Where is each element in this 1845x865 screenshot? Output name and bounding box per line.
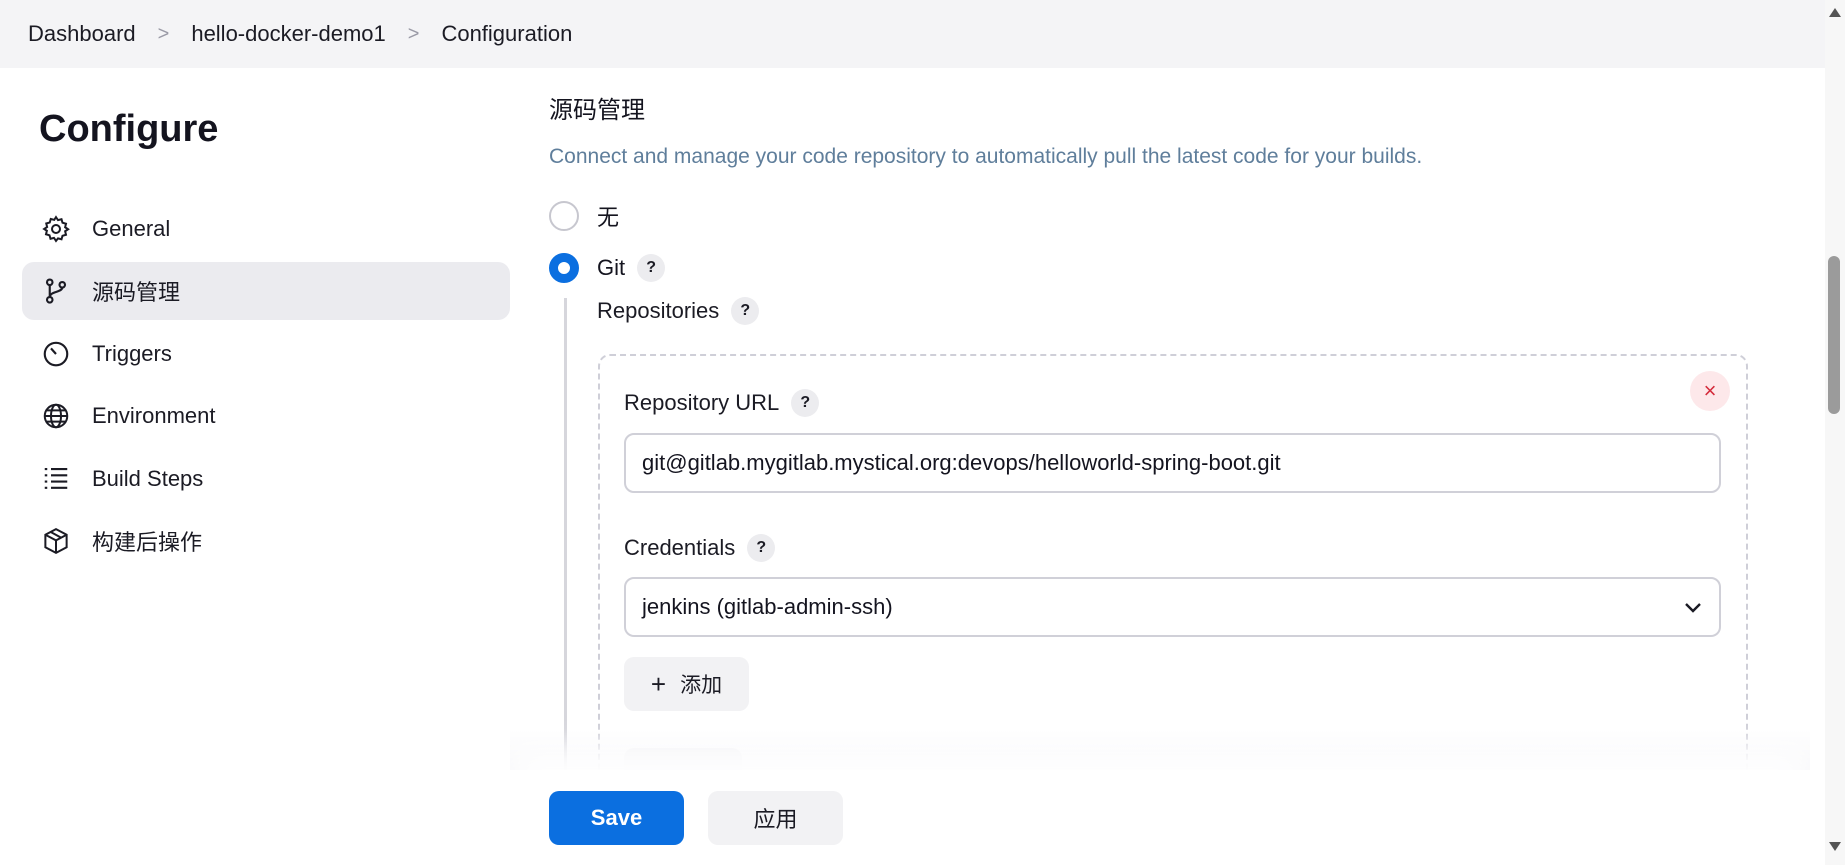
gear-icon <box>40 213 72 245</box>
bottom-action-bar <box>510 770 1810 865</box>
repository-url-label-text: Repository URL <box>624 390 780 415</box>
credentials-select[interactable]: jenkins (gitlab-admin-ssh) <box>624 577 1721 637</box>
package-icon <box>40 525 72 557</box>
help-icon[interactable]: ? <box>791 389 820 417</box>
sidebar-title: Configure <box>39 108 219 150</box>
radio-git[interactable] <box>549 253 579 283</box>
nested-indent-line <box>564 298 567 778</box>
scrollbar-thumb[interactable] <box>1828 256 1840 414</box>
sidebar-item-label: Environment <box>92 403 216 428</box>
apply-button[interactable]: 应用 <box>708 791 843 845</box>
close-icon[interactable]: × <box>1690 371 1730 411</box>
credentials-label-text: Credentials <box>624 535 736 560</box>
save-button[interactable]: Save <box>549 791 684 845</box>
help-icon[interactable]: ? <box>637 254 666 282</box>
globe-icon <box>40 400 72 432</box>
breadcrumb-separator: > <box>157 22 170 45</box>
bottom-fade <box>510 730 1810 770</box>
scroll-down-arrow-icon[interactable] <box>1829 842 1841 851</box>
radio-label: 无 <box>597 205 620 230</box>
sidebar-item-general[interactable]: General <box>22 200 510 258</box>
repository-url-label: Repository URL ? <box>624 389 820 417</box>
sidebar-item-scm[interactable]: 源码管理 <box>22 262 510 320</box>
sidebar-item-label: 构建后操作 <box>92 530 203 555</box>
scroll-up-arrow-icon[interactable] <box>1829 8 1841 17</box>
section-title: 源码管理 <box>549 97 645 124</box>
breadcrumb-configuration[interactable]: Configuration <box>441 21 572 47</box>
repository-card <box>598 354 1748 794</box>
sidebar-item-label: 源码管理 <box>92 280 181 305</box>
help-icon[interactable]: ? <box>731 297 760 325</box>
clock-icon <box>40 338 72 370</box>
chevron-down-icon <box>1681 595 1705 625</box>
repositories-label-text: Repositories <box>597 298 720 323</box>
sidebar-item-triggers[interactable]: Triggers <box>22 325 510 383</box>
repository-url-input[interactable]: git@gitlab.mygitlab.mystical.org:devops/… <box>624 433 1721 493</box>
radio-none[interactable] <box>549 201 579 231</box>
sidebar-item-label: Build Steps <box>92 466 204 491</box>
scm-option-git[interactable]: Git ? <box>549 253 666 283</box>
add-credentials-button[interactable]: + 添加 <box>624 657 749 711</box>
radio-label: Git <box>597 255 626 280</box>
repositories-label: Repositories ? <box>597 297 760 325</box>
branch-icon <box>40 275 72 307</box>
sidebar-item-build-steps[interactable]: Build Steps <box>22 450 510 508</box>
breadcrumb-project[interactable]: hello-docker-demo1 <box>191 21 385 47</box>
scm-option-none[interactable]: 无 <box>549 200 619 232</box>
sidebar-item-label: Triggers <box>92 341 172 366</box>
sidebar-item-environment[interactable]: Environment <box>22 387 510 445</box>
help-icon[interactable]: ? <box>747 534 776 562</box>
breadcrumb-dashboard[interactable]: Dashboard <box>28 21 136 47</box>
credentials-value: jenkins (gitlab-admin-ssh) <box>642 594 893 619</box>
repository-url-value: git@gitlab.mygitlab.mystical.org:devops/… <box>642 450 1281 475</box>
scrollbar-track[interactable] <box>1825 0 1845 865</box>
sidebar-item-label: General <box>92 216 171 241</box>
sidebar-item-post-build[interactable]: 构建后操作 <box>22 512 510 570</box>
plus-icon: + <box>650 669 667 699</box>
list-icon <box>40 463 72 495</box>
credentials-label: Credentials ? <box>624 534 776 562</box>
breadcrumb: Dashboard > hello-docker-demo1 > Configu… <box>0 0 1825 68</box>
section-description: Connect and manage your code repository … <box>549 145 1423 168</box>
breadcrumb-separator: > <box>407 22 420 45</box>
add-button-label: 添加 <box>680 674 723 697</box>
